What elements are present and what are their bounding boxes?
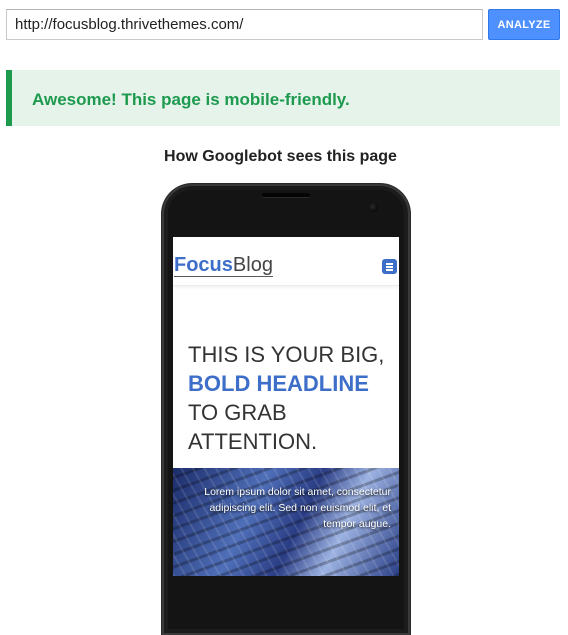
result-banner: Awesome! This page is mobile-friendly. (6, 70, 560, 126)
phone-speaker (262, 193, 310, 198)
site-logo: FocusBlog (174, 254, 273, 277)
hero-text: Lorem ipsum dolor sit amet, consectetur … (204, 486, 391, 530)
headline-line-3: TO GRAB (188, 400, 287, 425)
logo-focus-text: Focus (174, 254, 233, 276)
url-input[interactable] (6, 9, 483, 40)
site-headline: THIS IS YOUR BIG, BOLD HEADLINE TO GRAB … (188, 340, 393, 456)
analyze-button[interactable]: ANALYZE (488, 9, 560, 40)
hamburger-menu-icon (382, 259, 397, 274)
logo-blog-text: Blog (232, 254, 273, 276)
result-message: Awesome! This page is mobile-friendly. (32, 90, 350, 109)
headline-line-1: THIS IS YOUR BIG, (188, 342, 385, 367)
site-header: FocusBlog (173, 237, 399, 286)
phone-screen: FocusBlog THIS IS YOUR BIG, BOLD HEADLIN… (173, 237, 399, 576)
phone-camera-icon (369, 203, 378, 212)
preview-title: How Googlebot sees this page (164, 148, 397, 165)
phone-frame: FocusBlog THIS IS YOUR BIG, BOLD HEADLIN… (162, 184, 410, 635)
hero-image: Lorem ipsum dolor sit amet, consectetur … (173, 468, 399, 576)
headline-line-4: ATTENTION. (188, 429, 318, 454)
headline-line-2: BOLD HEADLINE (188, 371, 369, 396)
